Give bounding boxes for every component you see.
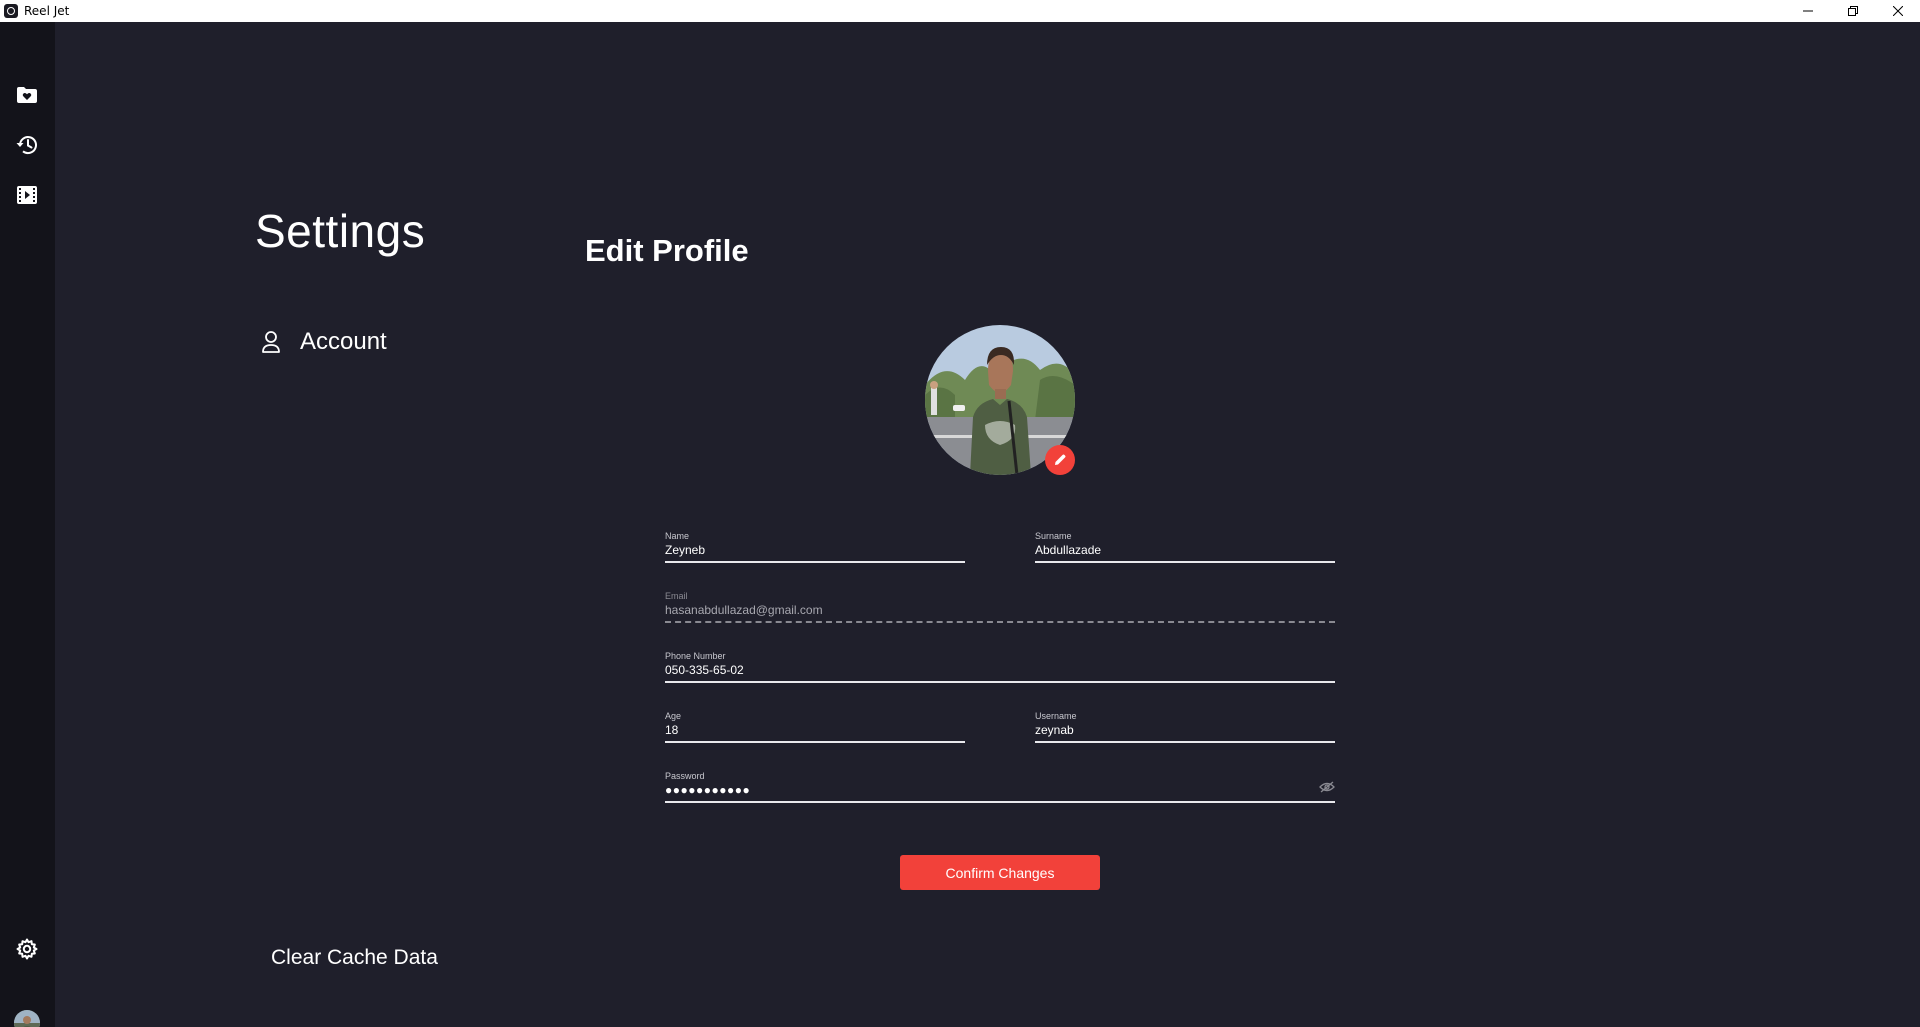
settings-title: Settings bbox=[255, 205, 426, 257]
sidebar-rail bbox=[0, 22, 55, 1027]
age-underline bbox=[665, 741, 965, 743]
restore-icon bbox=[1847, 6, 1858, 16]
password-field-label: Password bbox=[665, 771, 705, 781]
age-input[interactable]: 18 bbox=[665, 723, 965, 739]
username-input[interactable]: zeynab bbox=[1035, 723, 1335, 739]
phone-underline bbox=[665, 681, 1335, 683]
eye-off-icon[interactable] bbox=[1319, 781, 1335, 793]
confirm-changes-button[interactable]: Confirm Changes bbox=[900, 855, 1100, 890]
close-icon bbox=[1892, 6, 1903, 16]
rail-item-history[interactable] bbox=[14, 132, 40, 158]
username-field-label: Username bbox=[1035, 711, 1077, 721]
window-controls bbox=[1785, 0, 1920, 22]
profile-avatar-section bbox=[925, 325, 1075, 475]
age-field-label: Age bbox=[665, 711, 682, 721]
history-icon bbox=[16, 136, 37, 155]
settings-item-account[interactable]: Account bbox=[260, 328, 387, 356]
password-underline bbox=[665, 801, 1335, 803]
surname-field-label: Surname bbox=[1035, 531, 1072, 541]
username-underline bbox=[1035, 741, 1335, 743]
name-input[interactable]: Zeyneb bbox=[665, 543, 965, 559]
surname-field[interactable]: Surname Abdullazade bbox=[1035, 531, 1335, 563]
name-field[interactable]: Name Zeyneb bbox=[665, 531, 965, 563]
name-underline bbox=[665, 561, 965, 563]
username-field[interactable]: Username zeynab bbox=[1035, 711, 1335, 743]
restore-button[interactable] bbox=[1830, 0, 1875, 22]
email-field-label: Email bbox=[665, 591, 688, 601]
avatar-photo bbox=[14, 1010, 40, 1027]
phone-field[interactable]: Phone Number 050-335-65-02 bbox=[665, 651, 1335, 683]
edit-profile-title: Edit Profile bbox=[585, 233, 749, 268]
close-button[interactable] bbox=[1875, 0, 1920, 22]
settings-item-account-label: Account bbox=[300, 328, 387, 355]
email-underline bbox=[665, 621, 1335, 623]
password-input[interactable]: ●●●●●●●●●●● bbox=[665, 783, 1335, 799]
password-field[interactable]: Password ●●●●●●●●●●● bbox=[665, 771, 1335, 803]
user-avatar[interactable] bbox=[14, 1010, 40, 1027]
pencil-icon bbox=[1055, 454, 1066, 465]
clear-cache-button[interactable]: Clear Cache Data bbox=[271, 946, 438, 970]
age-field[interactable]: Age 18 bbox=[665, 711, 965, 743]
window-title: Reel Jet bbox=[24, 4, 70, 18]
phone-field-label: Phone Number bbox=[665, 651, 726, 661]
minimize-button[interactable] bbox=[1785, 0, 1830, 22]
phone-input[interactable]: 050-335-65-02 bbox=[665, 663, 1335, 679]
rail-item-settings[interactable] bbox=[14, 936, 40, 962]
film-icon bbox=[17, 186, 37, 204]
gear-icon bbox=[16, 938, 38, 960]
surname-underline bbox=[1035, 561, 1335, 563]
minimize-icon bbox=[1802, 10, 1813, 12]
name-field-label: Name bbox=[665, 531, 690, 541]
favorites-folder-icon bbox=[17, 87, 37, 103]
user-icon bbox=[262, 331, 280, 353]
window-titlebar: Reel Jet bbox=[0, 0, 1920, 22]
email-field: Email hasanabdullazad@gmail.com bbox=[665, 591, 1335, 623]
rail-item-favorites[interactable] bbox=[14, 82, 40, 108]
rail-item-films[interactable] bbox=[14, 182, 40, 208]
edit-avatar-button[interactable] bbox=[1045, 445, 1075, 475]
surname-input[interactable]: Abdullazade bbox=[1035, 543, 1335, 559]
email-input: hasanabdullazad@gmail.com bbox=[665, 603, 823, 617]
app-logo-icon bbox=[4, 4, 18, 18]
